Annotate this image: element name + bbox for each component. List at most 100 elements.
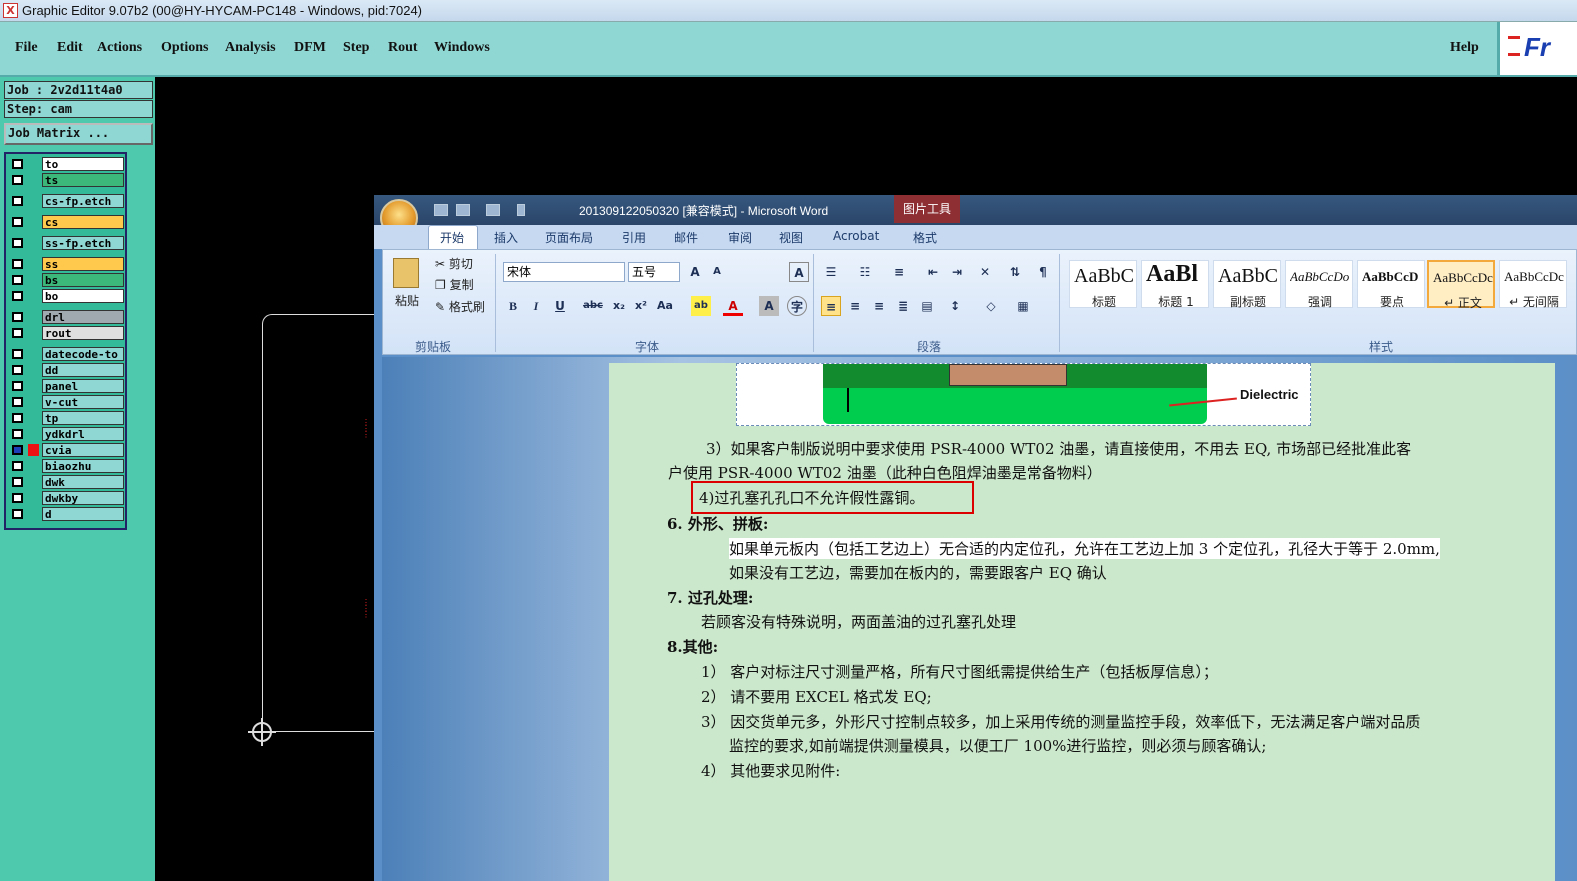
layer-checkbox[interactable] (12, 328, 23, 338)
layer-row-v-cut[interactable]: v-cut (8, 395, 124, 409)
tab-review[interactable]: 审阅 (728, 229, 752, 246)
layer-checkbox[interactable] (12, 291, 23, 301)
font-color-icon[interactable]: A (723, 296, 743, 316)
tab-home[interactable]: 开始 (440, 229, 464, 246)
layer-checkbox[interactable] (12, 175, 23, 185)
paste-button[interactable]: 粘贴 (395, 292, 419, 309)
show-marks-icon[interactable]: ¶ (1033, 262, 1053, 282)
bold-icon[interactable]: B (503, 296, 523, 316)
tab-format[interactable]: 格式 (913, 229, 937, 246)
save-icon[interactable] (434, 204, 448, 216)
layer-row-biaozhu[interactable]: biaozhu (8, 459, 124, 473)
layer-row-ydkdrl[interactable]: ydkdrl (8, 427, 124, 441)
align-right-icon[interactable]: ≡ (869, 296, 889, 316)
style-heading[interactable]: AaBbC 标题 (1069, 260, 1137, 309)
dielectric-figure[interactable]: Dielectric (736, 363, 1311, 426)
font-name-select[interactable]: 宋体 (503, 262, 625, 282)
bullets-icon[interactable]: ☰ (821, 262, 841, 282)
layer-row-bo[interactable]: bo (8, 289, 124, 303)
menu-step[interactable]: Step (343, 40, 369, 56)
layer-checkbox[interactable] (12, 413, 23, 423)
layer-row-dwkby[interactable]: dwkby (8, 491, 124, 505)
underline-icon[interactable]: U (550, 296, 570, 316)
menu-help[interactable]: Help (1450, 40, 1479, 56)
layer-checkbox[interactable] (12, 217, 23, 227)
layer-checkbox[interactable] (12, 238, 23, 248)
menu-actions[interactable]: Actions (97, 40, 142, 56)
layer-row-cs-fp.etch[interactable]: cs-fp.etch (8, 194, 124, 208)
style-normal[interactable]: AaBbCcDc ↵ 正文 (1427, 260, 1495, 310)
shading-icon[interactable]: ◇ (981, 296, 1001, 316)
layer-row-to[interactable]: to (8, 157, 124, 171)
subscript-icon[interactable]: x₂ (609, 296, 629, 316)
superscript-icon[interactable]: x² (631, 296, 651, 316)
customize-quick-access-icon[interactable] (517, 204, 525, 216)
menu-options[interactable]: Options (161, 40, 208, 56)
layer-row-bs[interactable]: bs (8, 273, 124, 287)
style-strong[interactable]: AaBbCcD 要点 (1357, 260, 1425, 309)
layer-row-ss-fp.etch[interactable]: ss-fp.etch (8, 236, 124, 250)
numbering-icon[interactable]: ☷ (855, 262, 875, 282)
align-left-icon[interactable]: ≡ (821, 296, 841, 316)
layer-row-d[interactable]: d (8, 507, 124, 521)
line-spacing-icon[interactable]: ↕ (945, 296, 965, 316)
layer-checkbox[interactable] (12, 196, 23, 206)
menu-rout[interactable]: Rout (388, 40, 418, 56)
layer-checkbox[interactable] (12, 461, 23, 471)
shrink-font-icon[interactable]: A (707, 262, 727, 282)
font-size-select[interactable]: 五号 (628, 262, 680, 282)
cut-button[interactable]: ✂ 剪切 (435, 255, 473, 272)
layer-row-cvia[interactable]: cvia (8, 443, 124, 457)
layer-checkbox[interactable] (12, 159, 23, 169)
tab-mailings[interactable]: 邮件 (674, 229, 698, 246)
layer-row-drl[interactable]: drl (8, 310, 124, 324)
tab-view[interactable]: 视图 (779, 229, 803, 246)
layer-checkbox[interactable] (12, 349, 23, 359)
justify-icon[interactable]: ≣ (893, 296, 913, 316)
layer-row-panel[interactable]: panel (8, 379, 124, 393)
multilevel-list-icon[interactable]: ≡ (889, 262, 909, 282)
layer-checkbox[interactable] (12, 477, 23, 487)
char-shading-icon[interactable]: A (759, 296, 779, 316)
redo-icon[interactable] (486, 204, 500, 216)
layer-checkbox[interactable] (12, 381, 23, 391)
layer-checkbox[interactable] (12, 429, 23, 439)
decrease-indent-icon[interactable]: ⇤ (923, 262, 943, 282)
sort-icon[interactable]: ⇅ (1005, 262, 1025, 282)
menu-file[interactable]: File (15, 40, 38, 56)
layer-checkbox[interactable] (12, 259, 23, 269)
char-border-icon[interactable]: A (789, 262, 809, 282)
menu-windows[interactable]: Windows (434, 40, 490, 56)
style-heading-1[interactable]: AaBl 标题 1 (1141, 260, 1209, 309)
layer-row-dd[interactable]: dd (8, 363, 124, 377)
layer-checkbox[interactable] (12, 445, 23, 455)
layer-checkbox[interactable] (12, 365, 23, 375)
layer-row-cs[interactable]: cs (8, 215, 124, 229)
italic-icon[interactable]: I (526, 296, 546, 316)
menu-analysis[interactable]: Analysis (225, 40, 276, 56)
layer-row-dwk[interactable]: dwk (8, 475, 124, 489)
align-center-icon[interactable]: ≡ (845, 296, 865, 316)
layer-checkbox[interactable] (12, 312, 23, 322)
increase-indent-icon[interactable]: ⇥ (947, 262, 967, 282)
change-case-icon[interactable]: Aa (655, 296, 675, 316)
tab-references[interactable]: 引用 (622, 229, 646, 246)
strikethrough-icon[interactable]: abc (583, 296, 603, 316)
borders-icon[interactable]: ▦ (1013, 296, 1033, 316)
paste-icon[interactable] (393, 258, 419, 288)
menu-edit[interactable]: Edit (57, 40, 83, 56)
style-no-spacing[interactable]: AaBbCcDc ↵ 无间隔 (1499, 260, 1567, 309)
enclose-char-icon[interactable]: 字 (787, 296, 807, 316)
tab-page-layout[interactable]: 页面布局 (545, 229, 593, 246)
style-subtitle[interactable]: AaBbC 副标题 (1213, 260, 1281, 309)
tab-insert[interactable]: 插入 (494, 229, 518, 246)
distributed-icon[interactable]: ▤ (917, 296, 937, 316)
copy-button[interactable]: ❐ 复制 (435, 276, 474, 293)
chinese-layout-icon[interactable]: ✕ (975, 262, 995, 282)
highlight-icon[interactable]: ab (691, 296, 711, 316)
layer-checkbox[interactable] (12, 509, 23, 519)
layer-row-rout[interactable]: rout (8, 326, 124, 340)
layer-row-ts[interactable]: ts (8, 173, 124, 187)
layer-checkbox[interactable] (12, 397, 23, 407)
layer-checkbox[interactable] (12, 275, 23, 285)
